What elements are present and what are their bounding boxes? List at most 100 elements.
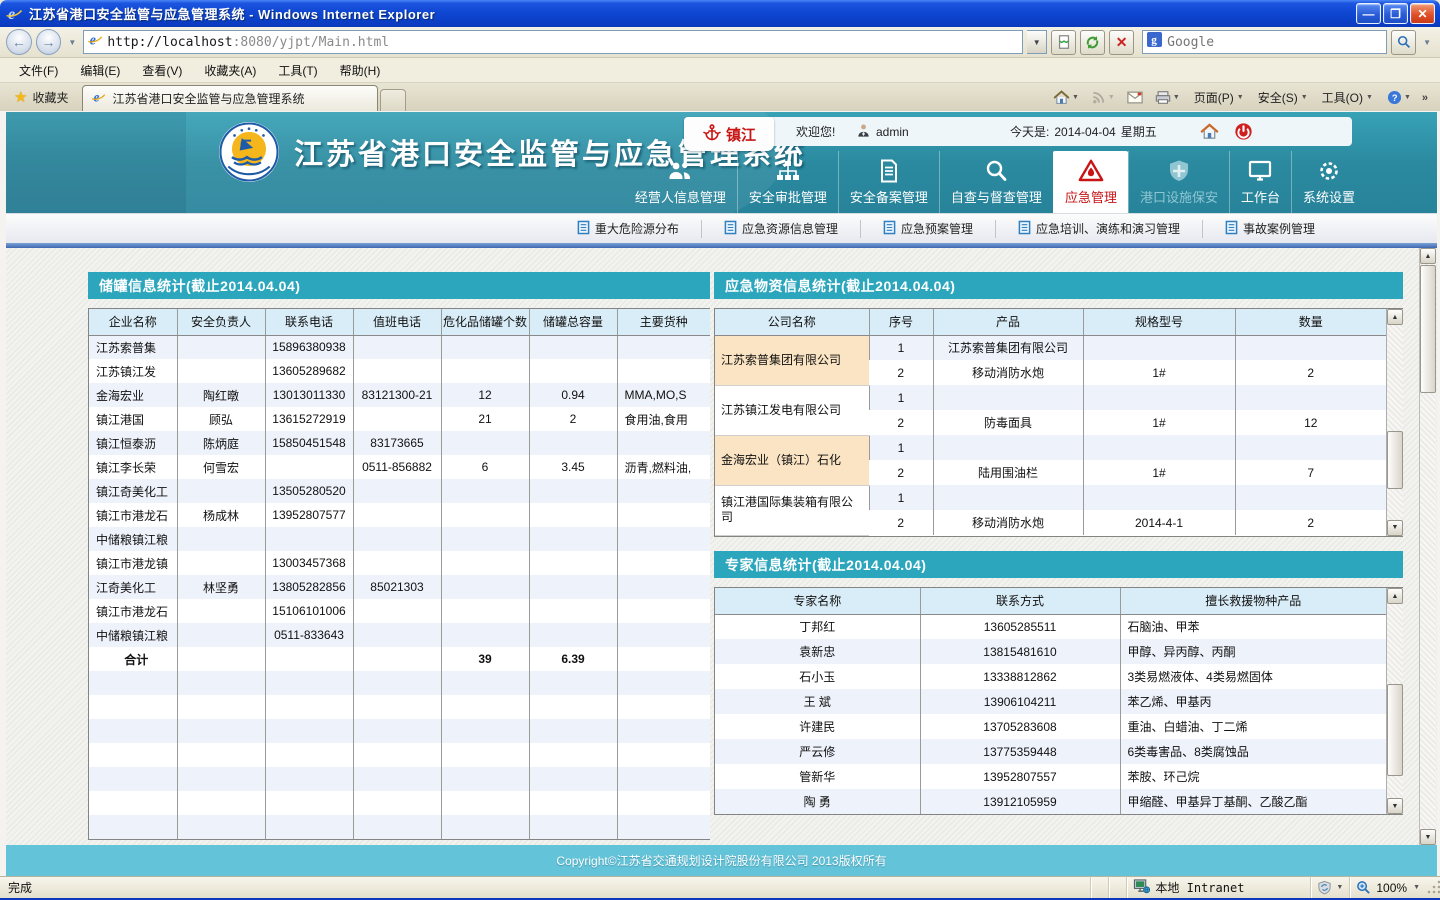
print-button[interactable]: ▼: [1150, 88, 1185, 107]
resize-grip[interactable]: [1426, 877, 1440, 898]
page-scrollbar[interactable]: ▲ ▼: [1419, 248, 1436, 845]
table-cell: [1083, 435, 1235, 460]
table-cell: [617, 359, 710, 383]
window-title: 江苏省港口安全监管与应急管理系统 - Windows Internet Expl…: [29, 4, 435, 23]
address-dropdown-button[interactable]: ▼: [1027, 30, 1047, 54]
tab-title: 江苏省港口安全监管与应急管理系统: [112, 90, 304, 107]
home-shortcut-icon[interactable]: [1200, 117, 1219, 146]
logout-power-icon[interactable]: [1234, 117, 1253, 146]
scroll-down-icon[interactable]: ▼: [1387, 798, 1403, 814]
table-cell: 13013011330: [265, 383, 353, 407]
restore-button[interactable]: ❐: [1383, 3, 1408, 24]
menubar-item[interactable]: 文件(F): [8, 58, 69, 83]
table-cell: 12: [441, 383, 529, 407]
submenu-item[interactable]: 应急预案管理: [860, 220, 995, 238]
history-dropdown-icon[interactable]: ▼: [65, 38, 79, 47]
scroll-up-icon[interactable]: ▲: [1387, 309, 1403, 325]
overflow-chevron-icon[interactable]: »: [1418, 92, 1432, 104]
submenu-item[interactable]: 应急培训、演练和演习管理: [995, 220, 1202, 238]
active-tab[interactable]: e 江苏省港口安全监管与应急管理系统: [82, 85, 378, 111]
scroll-down-icon[interactable]: ▼: [1420, 829, 1436, 845]
nav-item-monitor[interactable]: 工作台: [1229, 151, 1291, 213]
submenu-item[interactable]: 重大危险源分布: [555, 220, 701, 238]
table-row: 江苏索普集15896380938: [89, 335, 710, 359]
table-cell: 2: [529, 407, 617, 431]
compatibility-view-button[interactable]: [1051, 30, 1076, 55]
scrollbar-thumb[interactable]: [1387, 684, 1403, 776]
nav-item-org[interactable]: 安全审批管理: [737, 151, 838, 213]
scroll-down-icon[interactable]: ▼: [1387, 520, 1403, 536]
menubar-item[interactable]: 帮助(H): [329, 58, 392, 83]
mail-button[interactable]: [1122, 89, 1148, 106]
table-cell: [617, 767, 710, 791]
table-cell: 2: [1235, 510, 1386, 535]
menu-bar: 文件(F)编辑(E)查看(V)收藏夹(A)工具(T)帮助(H): [0, 58, 1440, 83]
submenu-item[interactable]: 应急资源信息管理: [701, 220, 860, 238]
favorites-button[interactable]: ★ 收藏夹: [6, 85, 76, 109]
nav-item-shield[interactable]: 港口设施保安: [1128, 151, 1229, 213]
back-button[interactable]: ←: [6, 29, 32, 55]
nav-item-doc[interactable]: 安全备案管理: [838, 151, 939, 213]
zoom-control[interactable]: 100% ▼: [1349, 877, 1426, 898]
nav-item-users[interactable]: 经营人信息管理: [624, 151, 737, 213]
supplies-scrollbar[interactable]: ▲ ▼: [1386, 309, 1403, 536]
search-box[interactable]: g: [1142, 30, 1387, 54]
table-cell: 15896380938: [265, 335, 353, 359]
submenu-item[interactable]: 事故案例管理: [1202, 220, 1337, 238]
city-name: 镇江: [726, 124, 756, 145]
close-button[interactable]: ✕: [1410, 3, 1435, 24]
table-cell: [441, 599, 529, 623]
refresh-button[interactable]: [1080, 30, 1105, 55]
menubar-item[interactable]: 查看(V): [131, 58, 193, 83]
command-item-label: 页面(P): [1194, 89, 1234, 106]
table-cell: 13605285511: [920, 614, 1120, 639]
command-item[interactable]: 页面(P)▼: [1187, 87, 1251, 108]
tab-bar: ★ 收藏夹 e 江苏省港口安全监管与应急管理系统 ▼ ▼ ▼: [0, 83, 1440, 111]
search-dropdown-icon[interactable]: ▼: [1420, 38, 1434, 47]
command-item-label: 工具(O): [1322, 89, 1363, 106]
table-cell: 镇江恒泰沥: [89, 431, 177, 455]
anchor-icon: [702, 123, 722, 146]
nav-item-search[interactable]: 自查与督查管理: [939, 151, 1053, 213]
smartscreen-button[interactable]: ▼: [1310, 877, 1349, 898]
column-header: 企业名称: [89, 309, 177, 335]
search-input[interactable]: [1167, 35, 1357, 50]
nav-item-alert[interactable]: 应急管理: [1053, 151, 1128, 213]
table-cell: 沥青,燃料油,: [617, 455, 710, 479]
table-cell: [177, 767, 265, 791]
scrollbar-thumb[interactable]: [1420, 265, 1436, 393]
table-cell: 0511-833643: [265, 623, 353, 647]
table-row: [89, 815, 710, 839]
menubar-item[interactable]: 收藏夹(A): [193, 58, 267, 83]
menubar-item[interactable]: 工具(T): [267, 58, 328, 83]
city-tab[interactable]: 镇江: [684, 117, 774, 151]
table-cell: [353, 479, 441, 503]
command-item[interactable]: 安全(S)▼: [1251, 87, 1315, 108]
web-page: 江苏省港口安全监管与应急管理系统 镇江 欢迎您!: [6, 112, 1437, 876]
menubar-item[interactable]: 编辑(E): [69, 58, 131, 83]
command-item[interactable]: 工具(O)▼: [1315, 87, 1380, 108]
scroll-up-icon[interactable]: ▲: [1387, 588, 1403, 604]
nav-item-label: 工作台: [1241, 187, 1280, 206]
table-cell: [1235, 385, 1386, 410]
scroll-up-icon[interactable]: ▲: [1420, 248, 1436, 264]
feeds-button[interactable]: ▼: [1086, 88, 1120, 107]
new-tab-stub[interactable]: [380, 89, 406, 111]
table-cell: [529, 695, 617, 719]
table-cell: 83121300-21: [353, 383, 441, 407]
help-button[interactable]: ? ▼: [1382, 88, 1416, 107]
table-cell: [441, 551, 529, 575]
nav-item-gear[interactable]: 系统设置: [1291, 151, 1366, 213]
address-toolbar: ← → ▼ e http://localhost:8080/yjpt/Main.…: [0, 27, 1440, 58]
home-button[interactable]: ▼: [1048, 87, 1084, 108]
scrollbar-thumb[interactable]: [1387, 431, 1403, 489]
column-header: 公司名称: [715, 309, 869, 335]
table-cell: 石脑油、甲苯: [1120, 614, 1386, 639]
address-bar[interactable]: e http://localhost:8080/yjpt/Main.html: [83, 30, 1023, 54]
experts-scrollbar[interactable]: ▲ ▼: [1386, 588, 1403, 814]
stop-button[interactable]: ✕: [1109, 30, 1134, 55]
search-go-button[interactable]: [1391, 30, 1416, 55]
table-cell: [89, 791, 177, 815]
minimize-button[interactable]: —: [1356, 3, 1381, 24]
forward-button[interactable]: →: [36, 29, 62, 55]
